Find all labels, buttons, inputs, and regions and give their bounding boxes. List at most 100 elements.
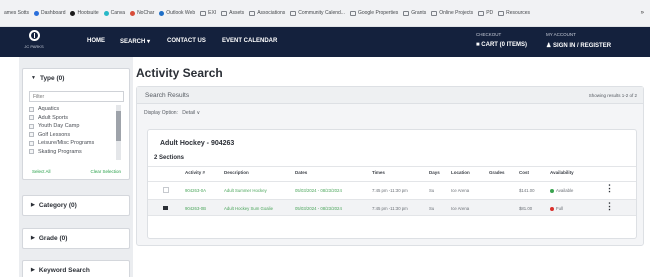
bookmark-item[interactable]: Resources (498, 10, 530, 16)
bookmark-item[interactable]: Outlook Web (159, 10, 195, 16)
bookmark-label: Assets (229, 10, 245, 16)
more-options-icon[interactable]: ⋮ (605, 184, 614, 193)
scrollbar-thumb[interactable] (116, 111, 121, 141)
col-availability: Availability (550, 170, 574, 175)
type-option[interactable]: Youth Day Camp (29, 122, 124, 131)
type-option-label: Golf Lessons (38, 131, 71, 138)
clear-selection-link[interactable]: Clear Selection (90, 169, 121, 174)
checkbox[interactable] (29, 123, 34, 129)
caret-down-icon: ▼ (31, 75, 36, 81)
select-all-link[interactable]: Select All (32, 169, 51, 174)
dashboard-icon (34, 10, 40, 16)
activity-number[interactable]: 904263-0A (185, 188, 206, 193)
checkbox[interactable] (29, 140, 34, 146)
site-logo[interactable]: JC PARKS (21, 30, 47, 54)
folder-icon (478, 10, 485, 16)
folder-icon (349, 10, 356, 16)
availability-text: Full (556, 206, 563, 211)
bookmark-item[interactable]: ames Sotts (4, 10, 29, 16)
bookmark-label: EXI (208, 10, 217, 16)
checkout-label: CHECKOUT (476, 32, 502, 37)
nav-contact-us[interactable]: CONTACT US (167, 38, 206, 44)
activity-description[interactable]: Adult Hockey Sum Goalie (224, 206, 273, 211)
folder-icon (403, 10, 410, 16)
bookmark-label: Associations (257, 10, 286, 16)
checkbox[interactable] (29, 106, 34, 112)
folder-icon (221, 10, 228, 16)
bookmark-label: Community Calend... (298, 10, 345, 16)
type-option[interactable]: Adult Sports (29, 114, 124, 123)
checkbox[interactable] (29, 149, 34, 155)
account-area[interactable]: MY ACCOUNT ♟ SIGN IN / REGISTER (546, 32, 611, 49)
type-list: Aquatics Adult Sports Youth Day Camp Golf L… (29, 105, 124, 165)
col-grades: Grades (489, 170, 505, 175)
logo-emblem-icon (28, 30, 40, 41)
activity-days: Su (429, 188, 435, 193)
bookmark-item[interactable]: PD (478, 10, 493, 16)
bookmarks-overflow-icon[interactable]: » (641, 10, 650, 16)
display-option-select[interactable]: Detail ∨ (182, 110, 200, 116)
nav-event-calendar[interactable]: EVENT CALENDAR (222, 38, 277, 44)
activity-dates: 05/03/2024 - 08/23/2024 (295, 206, 342, 211)
hootsuite-icon (70, 10, 76, 16)
bookmark-label: Dashboard (41, 10, 66, 16)
table-row[interactable]: 904263-0B Adult Hockey Sum Goalie 05/03/… (148, 199, 636, 216)
checkout-area[interactable]: CHECKOUT ■ CART (0 ITEMS) (476, 32, 527, 48)
type-option-label: Youth Day Camp (38, 123, 80, 130)
activity-dates: 05/03/2024 - 08/23/2024 (295, 188, 342, 193)
type-option-label: Leisure/Misc Programs (38, 140, 95, 147)
status-dot-icon (550, 206, 554, 211)
bookmark-item[interactable]: NoChar (130, 10, 154, 16)
activity-title[interactable]: Adult Hockey - 904263 (160, 140, 234, 147)
type-option[interactable]: Golf Lessons (29, 131, 124, 140)
keyword-search-title: Keyword Search (38, 266, 90, 274)
type-filter-input[interactable] (29, 91, 124, 102)
cart-link[interactable]: ■ CART (0 ITEMS) (476, 42, 527, 48)
folder-icon (431, 10, 438, 16)
bookmark-item[interactable]: Canva (103, 10, 125, 16)
row-checkbox[interactable] (163, 187, 169, 193)
bookmark-item[interactable]: Google Properties (349, 10, 398, 16)
bookmark-item[interactable]: Associations (249, 10, 285, 16)
site-header: JC PARKS HOME SEARCH ▾ CONTACT US EVENT … (0, 27, 650, 57)
bookmark-item[interactable]: EXI (200, 10, 216, 16)
cart-text: CART (0 ITEMS) (481, 42, 527, 48)
sign-in-link[interactable]: ♟ SIGN IN / REGISTER (546, 42, 611, 49)
bookmark-item[interactable]: Community Calend... (290, 10, 345, 16)
activity-cost: $141.00 (519, 188, 535, 193)
folder-icon (200, 10, 207, 16)
results-header: Search Results Showing results 1-2 of 2 (137, 87, 643, 104)
keyword-search-filter[interactable]: ▶ Keyword Search (22, 260, 130, 277)
caret-right-icon: ▶ (31, 235, 35, 241)
availability-status: Available (550, 188, 573, 193)
category-filter[interactable]: ▶ Category (0) (22, 195, 130, 216)
row-checkbox[interactable] (163, 206, 168, 210)
bookmark-item[interactable]: Assets (221, 10, 244, 16)
activity-cost: $81.00 (519, 206, 533, 211)
type-option[interactable]: Aquatics (29, 105, 124, 114)
activity-days: Su (429, 206, 435, 211)
checkbox[interactable] (29, 115, 34, 121)
activity-number[interactable]: 904263-0B (185, 206, 206, 211)
caret-right-icon: ▶ (31, 267, 35, 273)
category-filter-title: Category (0) (38, 201, 77, 209)
bookmark-item[interactable]: Dashboard (34, 10, 65, 16)
more-options-icon[interactable]: ⋮ (605, 202, 614, 211)
sections-count: 2 Sections (154, 155, 185, 161)
nav-home[interactable]: HOME (87, 38, 105, 44)
bookmark-label: ames Sotts (4, 10, 30, 16)
bookmark-item[interactable]: Online Projects (431, 10, 473, 16)
bookmark-item[interactable]: Hootsuite (70, 10, 99, 16)
availability-text: Available (556, 188, 574, 193)
type-list-scrollbar[interactable] (116, 105, 121, 160)
type-filter-toggle[interactable]: ▼ Type (0) (23, 69, 129, 87)
nav-search[interactable]: SEARCH ▾ (120, 38, 150, 45)
grade-filter[interactable]: ▶ Grade (0) (22, 228, 130, 249)
activity-description[interactable]: Adult Summer Hockey (224, 188, 267, 193)
type-option[interactable]: Leisure/Misc Programs (29, 139, 124, 148)
bookmark-label: Resources (506, 10, 531, 16)
table-row[interactable]: 904263-0A Adult Summer Hockey 05/03/2024… (148, 181, 636, 198)
type-option[interactable]: Skating Programs (29, 148, 124, 157)
checkbox[interactable] (29, 132, 34, 138)
bookmark-item[interactable]: Grants (403, 10, 426, 16)
